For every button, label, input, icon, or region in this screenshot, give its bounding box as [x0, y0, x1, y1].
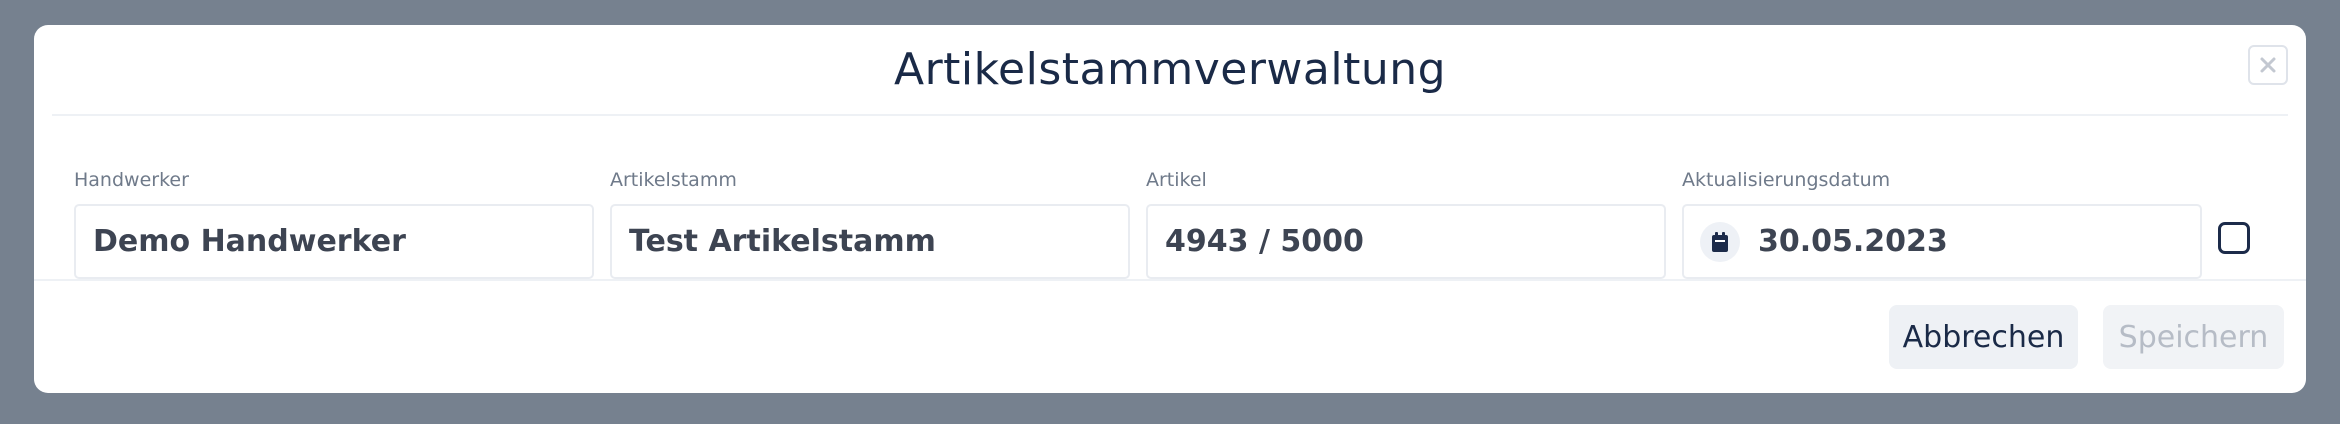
modal-dialog: Artikelstammverwaltung Handwerker Demo H… — [34, 25, 2306, 393]
modal-title: Artikelstammverwaltung — [893, 44, 1447, 95]
artikelstamm-input[interactable]: Test Artikelstamm — [610, 204, 1130, 279]
artikel-value: 4943 / 5000 — [1165, 224, 1364, 259]
form-fields: Handwerker Demo Handwerker Artikelstamm … — [34, 116, 2306, 304]
field-label-artikel: Artikel — [1146, 169, 1207, 191]
aktualisierungsdatum-value: 30.05.2023 — [1758, 224, 1948, 259]
close-button[interactable] — [2248, 45, 2288, 85]
handwerker-input[interactable]: Demo Handwerker — [74, 204, 594, 279]
artikel-input[interactable]: 4943 / 5000 — [1146, 204, 1666, 279]
save-button[interactable]: Speichern — [2103, 305, 2284, 369]
field-label-handwerker: Handwerker — [74, 169, 189, 191]
field-label-artikelstamm: Artikelstamm — [610, 169, 737, 191]
artikelstamm-value: Test Artikelstamm — [629, 224, 936, 259]
calendar-icon[interactable] — [1700, 221, 1740, 262]
modal-header: Artikelstammverwaltung — [52, 25, 2288, 116]
footer-divider — [34, 279, 2306, 281]
close-icon — [2260, 57, 2276, 73]
select-checkbox[interactable] — [2218, 222, 2250, 254]
field-label-aktualisierungsdatum: Aktualisierungsdatum — [1682, 169, 1891, 191]
handwerker-value: Demo Handwerker — [93, 224, 406, 259]
cancel-button[interactable]: Abbrechen — [1889, 305, 2078, 369]
aktualisierungsdatum-input[interactable]: 30.05.2023 — [1682, 204, 2202, 279]
